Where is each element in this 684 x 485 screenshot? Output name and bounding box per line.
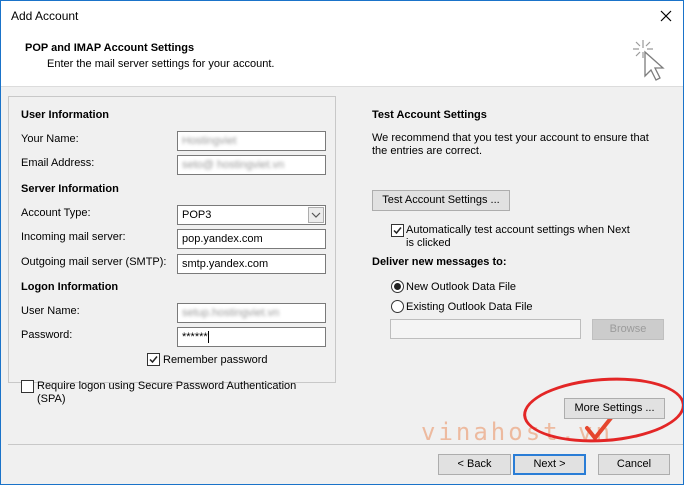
cursor-sparkle-icon xyxy=(633,40,665,81)
test-settings-description: We recommend that you test your account … xyxy=(372,132,649,158)
remember-password-label: Remember password xyxy=(163,354,268,366)
cancel-button[interactable]: Cancel xyxy=(598,454,670,475)
new-data-file-radio[interactable] xyxy=(391,280,404,293)
spa-checkbox[interactable] xyxy=(21,380,34,393)
back-button[interactable]: < Back xyxy=(438,454,511,475)
text-caret xyxy=(207,331,209,344)
user-info-heading: User Information xyxy=(21,109,110,121)
dialog-header: POP and IMAP Account Settings Enter the … xyxy=(1,31,683,87)
spa-label-line1: Require logon using Secure Password Auth… xyxy=(37,380,297,392)
title-bar: Add Account xyxy=(1,1,683,31)
chevron-down-icon[interactable] xyxy=(308,207,324,223)
your-name-label: Your Name: xyxy=(21,133,79,145)
email-address-input[interactable]: seto@ hostingviet.vn xyxy=(177,155,326,175)
account-type-select[interactable]: POP3 xyxy=(177,205,326,225)
password-value: ****** xyxy=(182,331,208,343)
spa-label: Require logon using Secure Password Auth… xyxy=(37,380,296,406)
dialog-body: User Information Your Name: Hostingviet … xyxy=(1,88,683,484)
outgoing-server-label: Outgoing mail server (SMTP): xyxy=(21,256,167,268)
new-data-file-label: New Outlook Data File xyxy=(406,281,517,293)
existing-data-file-label: Existing Outlook Data File xyxy=(406,301,533,313)
deliver-messages-heading: Deliver new messages to: xyxy=(372,256,507,268)
auto-test-label: Automatically test account settings when… xyxy=(406,224,630,250)
more-settings-button[interactable]: More Settings ... xyxy=(564,398,665,419)
footer-divider xyxy=(8,444,683,445)
your-name-value: Hostingviet xyxy=(182,135,237,147)
add-account-dialog: Add Account POP and IMAP Account Setting… xyxy=(0,0,684,485)
window-title: Add Account xyxy=(11,9,79,23)
test-account-settings-button[interactable]: Test Account Settings ... xyxy=(372,190,510,211)
email-address-value: seto@ hostingviet.vn xyxy=(182,159,285,171)
auto-test-label-line2: is clicked xyxy=(406,237,451,249)
user-name-label: User Name: xyxy=(21,305,80,317)
radio-selected-dot xyxy=(394,283,401,290)
checkmark-icon xyxy=(393,227,402,235)
outgoing-server-input[interactable]: smtp.yandex.com xyxy=(177,254,326,274)
checkmark-icon xyxy=(149,356,158,364)
spa-label-line2: (SPA) xyxy=(37,393,66,405)
password-input[interactable]: ****** xyxy=(177,327,326,347)
next-button[interactable]: Next > xyxy=(513,454,586,475)
test-settings-description-line1: We recommend that you test your account … xyxy=(372,132,649,144)
browse-button[interactable]: Browse xyxy=(592,319,664,340)
password-label: Password: xyxy=(21,329,73,341)
user-name-input[interactable]: setup.hostingviet.vn xyxy=(177,303,326,323)
email-address-label: Email Address: xyxy=(21,157,95,169)
test-settings-description-line2: the entries are correct. xyxy=(372,145,483,157)
account-type-value: POP3 xyxy=(182,209,212,221)
data-file-path-input[interactable] xyxy=(390,319,581,339)
watermark-logo: vinahost.vn xyxy=(421,418,613,446)
account-type-label: Account Type: xyxy=(21,207,91,219)
auto-test-checkbox[interactable] xyxy=(391,224,404,237)
incoming-server-input[interactable]: pop.yandex.com xyxy=(177,229,326,249)
incoming-server-label: Incoming mail server: xyxy=(21,231,126,243)
user-name-value: setup.hostingviet.vn xyxy=(182,307,280,319)
existing-data-file-radio[interactable] xyxy=(391,300,404,313)
your-name-input[interactable]: Hostingviet xyxy=(177,131,326,151)
header-subtitle: Enter the mail server settings for your … xyxy=(47,58,275,70)
server-info-heading: Server Information xyxy=(21,183,119,195)
auto-test-label-line1: Automatically test account settings when… xyxy=(406,224,630,236)
test-settings-heading: Test Account Settings xyxy=(372,109,487,121)
logon-info-heading: Logon Information xyxy=(21,281,119,293)
close-icon[interactable] xyxy=(657,7,675,25)
remember-password-checkbox[interactable] xyxy=(147,353,160,366)
header-title: POP and IMAP Account Settings xyxy=(25,42,195,54)
